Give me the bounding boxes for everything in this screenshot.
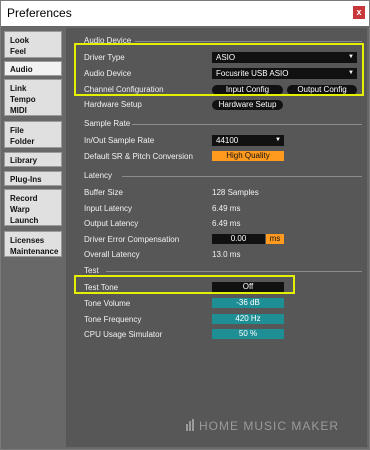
window-title: Preferences xyxy=(7,6,72,20)
nav-label: Link xyxy=(10,84,27,93)
overall-latency-value: 13.0 ms xyxy=(212,250,241,259)
highlight-box-test-tone xyxy=(74,275,295,294)
cpu-usage-simulator-slider[interactable]: 50 % xyxy=(212,329,284,339)
nav-label: MIDI xyxy=(10,106,27,115)
hardware-setup-button[interactable]: Hardware Setup xyxy=(212,100,283,110)
input-latency-value: 6.49 ms xyxy=(212,204,241,213)
section-divider xyxy=(106,271,362,272)
output-latency-label: Output Latency xyxy=(84,219,139,228)
section-title-latency: Latency xyxy=(84,171,113,180)
tone-volume-slider[interactable]: -36 dB xyxy=(212,298,284,308)
nav-tab-library[interactable]: Library xyxy=(4,152,62,167)
section-title-test: Test xyxy=(84,266,99,275)
nav-label: Feel xyxy=(10,47,27,56)
title-bar: Preferences x xyxy=(1,1,369,26)
nav-label: Tempo xyxy=(10,95,36,104)
preferences-window: Preferences x Look Feel Audio Link Tempo… xyxy=(0,0,370,450)
sample-rate-value: 44100 xyxy=(216,136,239,145)
tone-frequency-slider[interactable]: 420 Hz xyxy=(212,314,284,324)
tone-volume-label: Tone Volume xyxy=(84,299,131,308)
nav-tab-record-warp-launch[interactable]: Record Warp Launch xyxy=(4,189,62,226)
nav-tab-link-tempo-midi[interactable]: Link Tempo MIDI xyxy=(4,79,62,116)
section-title-sample-rate: Sample Rate xyxy=(84,119,131,128)
default-sr-pitch-label: Default SR & Pitch Conversion xyxy=(84,152,193,161)
preferences-content: Look Feel Audio Link Tempo MIDI File Fol… xyxy=(1,26,369,449)
nav-label: Maintenance xyxy=(10,247,59,256)
nav-label: Audio xyxy=(10,65,33,74)
buffer-size-label: Buffer Size xyxy=(84,188,123,197)
equalizer-logo-icon xyxy=(186,419,194,431)
tone-frequency-label: Tone Frequency xyxy=(84,315,142,324)
chevron-down-icon: ▼ xyxy=(275,137,281,143)
nav-label: Folder xyxy=(10,137,35,146)
close-button[interactable]: x xyxy=(353,6,365,19)
output-latency-value: 6.49 ms xyxy=(212,219,241,228)
in-out-sample-rate-label: In/Out Sample Rate xyxy=(84,136,155,145)
highlight-box-audio-device xyxy=(74,43,364,96)
nav-label: Launch xyxy=(10,216,39,225)
audio-preferences-panel: Audio Device Driver Type ASIO ▼ Audio De… xyxy=(66,28,367,447)
nav-label: Warp xyxy=(10,205,30,214)
sample-rate-dropdown[interactable]: 44100 ▼ xyxy=(212,135,284,146)
nav-label: Plug-Ins xyxy=(10,175,42,184)
driver-error-compensation-field[interactable]: 0.00 xyxy=(212,234,265,244)
section-divider xyxy=(132,124,362,125)
nav-tab-file-folder[interactable]: File Folder xyxy=(4,121,62,148)
buffer-size-value[interactable]: 128 Samples xyxy=(212,188,259,197)
nav-tab-look-feel[interactable]: Look Feel xyxy=(4,31,62,58)
nav-label: Record xyxy=(10,194,38,203)
hardware-setup-label: Hardware Setup xyxy=(84,100,142,109)
nav-tab-plug-ins[interactable]: Plug-Ins xyxy=(4,171,62,186)
section-divider xyxy=(122,176,362,177)
input-latency-label: Input Latency xyxy=(84,204,133,213)
nav-tab-audio[interactable]: Audio xyxy=(4,61,62,76)
driver-error-compensation-label: Driver Error Compensation xyxy=(84,235,180,244)
pitch-conversion-quality-field[interactable]: High Quality xyxy=(212,151,284,161)
overall-latency-label: Overall Latency xyxy=(84,250,140,259)
cpu-usage-simulator-label: CPU Usage Simulator xyxy=(84,330,163,339)
nav-label: Library xyxy=(10,156,38,165)
driver-error-unit: ms xyxy=(266,234,284,244)
nav-label: Licenses xyxy=(10,236,45,245)
section-divider xyxy=(135,41,362,42)
nav-label: Look xyxy=(10,36,30,45)
nav-tab-licenses-maintenance[interactable]: Licenses Maintenance xyxy=(4,231,62,257)
watermark-text: HOME MUSIC MAKER xyxy=(199,419,340,433)
nav-label: File xyxy=(10,126,24,135)
